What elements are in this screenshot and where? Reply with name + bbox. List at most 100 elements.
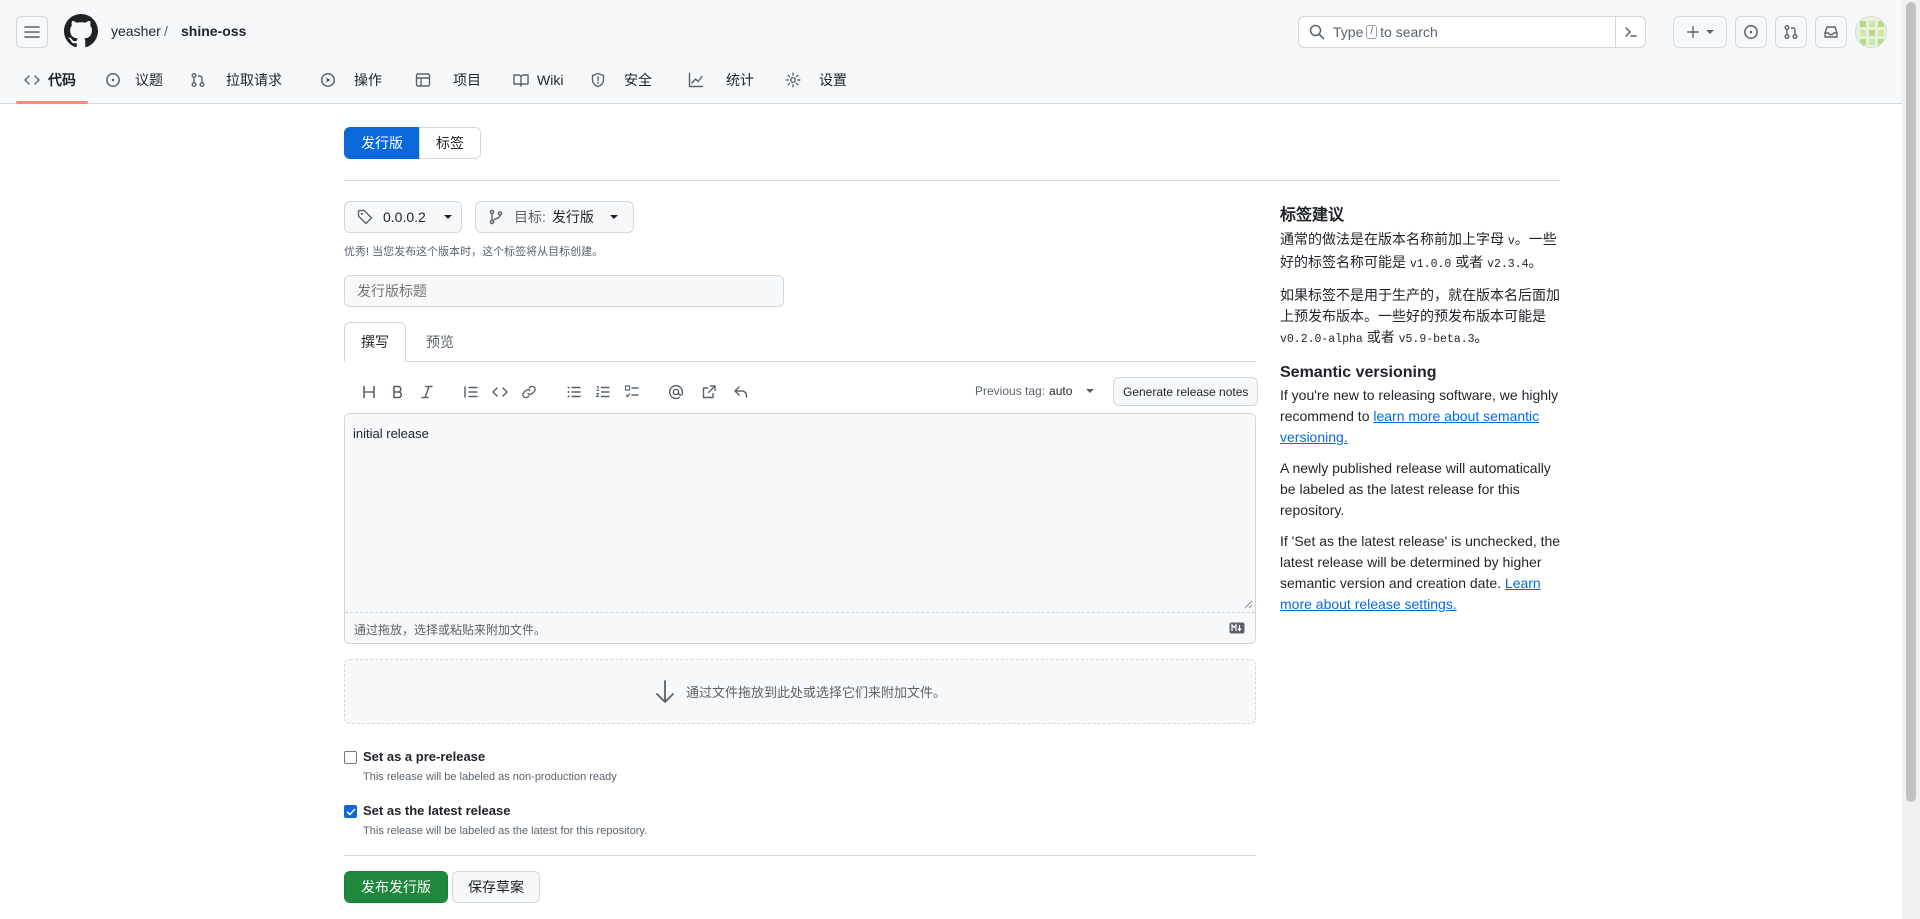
generate-release-notes-button[interactable]: Generate release notes	[1113, 377, 1259, 406]
mention-button[interactable]	[664, 380, 688, 404]
target-prefix: 目标:	[514, 209, 546, 225]
app-header: yeasher / shine-oss Type / to search 代码 …	[0, 0, 1902, 104]
file-dropzone[interactable]: 通过文件拖放到此处或选择它们来附加文件。	[344, 659, 1256, 724]
resize-handle-icon[interactable]	[1243, 599, 1253, 609]
play-icon	[320, 72, 336, 88]
repo-owner-link[interactable]: yeasher	[111, 23, 161, 39]
search-shortcut-key: /	[1366, 25, 1378, 39]
menu-button[interactable]	[16, 16, 48, 48]
attach-files-hint[interactable]: 通过拖放，选择或粘贴来附加文件。	[354, 621, 546, 638]
tab-security[interactable]: 安全	[590, 66, 652, 94]
cross-reference-button[interactable]	[697, 380, 721, 404]
search-input[interactable]: Type / to search	[1298, 16, 1646, 48]
git-pull-request-icon	[190, 72, 206, 88]
tag-picker-button[interactable]: 0.0.0.2	[344, 201, 462, 233]
release-body-textarea[interactable]: initial release	[345, 414, 1255, 612]
tab-insights[interactable]: 统计	[688, 66, 754, 94]
previous-tag-label: Previous tag:	[975, 384, 1046, 398]
text: 如果标签不是用于生产的，就在版本名后面加上预发布版本。一些好的预发布版本可能是	[1280, 287, 1560, 324]
triangle-down-icon	[1706, 28, 1714, 36]
previous-tag-picker[interactable]: Previous tag: auto	[975, 384, 1095, 398]
tags-tab-button[interactable]: 标签	[419, 127, 481, 159]
tag-suggestions-title: 标签建议	[1280, 207, 1345, 224]
terminal-icon	[1623, 24, 1639, 40]
code-text: v1.0.0	[1409, 258, 1452, 271]
inbox-button[interactable]	[1815, 16, 1847, 48]
triangle-down-icon	[609, 215, 618, 219]
latest-release-label[interactable]: Set as the latest release	[363, 803, 510, 818]
tag-icon	[357, 209, 373, 225]
target-value: 发行版	[551, 209, 594, 225]
releases-tab-button[interactable]: 发行版	[344, 127, 420, 159]
latest-release-settings-paragraph: If 'Set as the latest release' is unchec…	[1280, 531, 1562, 615]
triangle-down-icon	[443, 215, 452, 219]
prerelease-suggestion-paragraph: 如果标签不是用于生产的，就在版本名后面加上预发布版本。一些好的预发布版本可能是 …	[1280, 285, 1562, 350]
link-button[interactable]	[517, 380, 541, 404]
code-icon	[24, 72, 40, 88]
issues-button[interactable]	[1735, 16, 1767, 48]
tab-label: 操作	[354, 72, 382, 88]
latest-release-checkbox[interactable]	[344, 805, 357, 818]
text: 或者	[1366, 329, 1395, 345]
ordered-list-button[interactable]	[591, 380, 615, 404]
tab-label: 项目	[453, 72, 481, 88]
issue-opened-icon	[105, 72, 121, 88]
list-ordered-icon	[595, 384, 611, 400]
code-button[interactable]	[488, 380, 512, 404]
github-logo-icon[interactable]	[64, 14, 98, 48]
heading-button[interactable]	[357, 380, 381, 404]
undo-button[interactable]	[729, 380, 753, 404]
text: 或者	[1455, 254, 1484, 270]
tag-picker-label: 0.0.0.2	[383, 209, 426, 225]
text: 。	[1474, 329, 1489, 345]
tagging-suggestions-panel: 标签建议 通常的做法是在版本名称前加上字母 v。一些好的标签名称可能是 v1.0…	[1280, 201, 1562, 615]
previous-tag-value: auto	[1049, 384, 1073, 398]
prerelease-checkbox[interactable]	[344, 751, 357, 764]
check-icon	[346, 807, 356, 817]
command-palette-button[interactable]	[1615, 17, 1645, 47]
tab-code[interactable]: 代码	[24, 66, 76, 94]
gear-icon	[785, 72, 801, 88]
target-picker-button[interactable]: 目标: 发行版	[475, 201, 634, 233]
tab-label: 安全	[624, 72, 652, 88]
tab-pull-requests[interactable]: 拉取请求	[190, 66, 282, 94]
bold-icon	[390, 384, 406, 400]
prerelease-label[interactable]: Set as a pre-release	[363, 749, 485, 764]
tab-label: 议题	[135, 72, 163, 88]
tab-label: 设置	[819, 72, 847, 88]
arrow-down-icon	[654, 679, 676, 705]
tab-wiki[interactable]: Wiki	[513, 66, 563, 94]
pull-requests-button[interactable]	[1775, 16, 1807, 48]
tab-issues[interactable]: 议题	[105, 66, 163, 94]
task-list-button[interactable]	[620, 380, 644, 404]
create-new-button[interactable]	[1673, 16, 1727, 48]
cross-reference-icon	[701, 384, 717, 400]
reply-icon	[733, 384, 749, 400]
semver-paragraph: If you're new to releasing software, we …	[1280, 385, 1562, 448]
tab-projects[interactable]: 项目	[415, 66, 481, 94]
quote-button[interactable]	[459, 380, 483, 404]
bold-button[interactable]	[386, 380, 410, 404]
code-icon	[492, 384, 508, 400]
book-icon	[513, 72, 529, 88]
issue-opened-icon	[1743, 24, 1759, 40]
scrollbar-thumb[interactable]	[1906, 2, 1916, 802]
tab-write[interactable]: 撰写	[344, 322, 406, 362]
attach-divider	[345, 612, 1255, 613]
triangle-down-icon	[1086, 389, 1095, 393]
save-draft-button[interactable]: 保存草案	[452, 871, 540, 903]
quote-icon	[463, 384, 479, 400]
tab-actions[interactable]: 操作	[320, 66, 382, 94]
italic-button[interactable]	[415, 380, 439, 404]
graph-icon	[688, 72, 704, 88]
repo-name-link[interactable]: shine-oss	[181, 23, 246, 39]
release-title-input[interactable]	[344, 275, 784, 307]
divider	[344, 180, 1560, 181]
active-tab-indicator	[16, 101, 88, 104]
unordered-list-button[interactable]	[562, 380, 586, 404]
publish-release-button[interactable]: 发布发行版	[344, 871, 448, 903]
tab-preview[interactable]: 预览	[412, 322, 468, 362]
avatar[interactable]	[1855, 16, 1887, 48]
tab-settings[interactable]: 设置	[785, 66, 847, 94]
table-icon	[415, 72, 431, 88]
